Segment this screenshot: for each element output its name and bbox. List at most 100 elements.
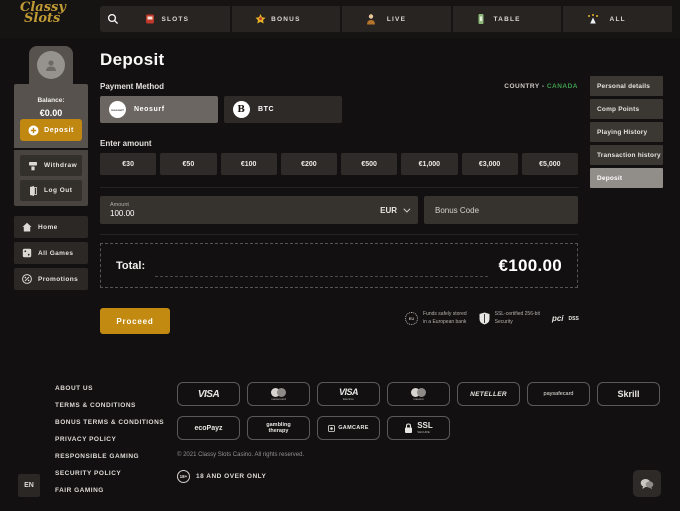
tab-table-label: TABLE: [493, 16, 520, 23]
page-title: Deposit: [100, 50, 164, 70]
menu-item-comp-points[interactable]: Comp Points: [590, 99, 663, 119]
visa-electron-logo: VISA Electron: [317, 382, 380, 406]
divider: [100, 234, 578, 235]
menu-item-personal-details[interactable]: Personal details: [590, 76, 663, 96]
total-label: Total:: [116, 260, 145, 272]
menu-item-transaction-history[interactable]: Transaction history: [590, 145, 663, 165]
payment-logos-row1: VISA mastercard VISA Electron maestro NE…: [177, 382, 660, 406]
age-restriction: 18+ 18 AND OVER ONLY: [177, 470, 266, 483]
withdraw-icon: [28, 161, 38, 171]
chat-icon: [640, 478, 654, 490]
tab-bonus-label: BONUS: [271, 16, 300, 23]
preset-500[interactable]: €500: [341, 153, 397, 175]
skrill-word: Skrill: [617, 389, 639, 399]
menu-item-playing-history[interactable]: Playing History: [590, 122, 663, 142]
language-button[interactable]: EN: [18, 474, 40, 497]
skrill-logo: Skrill: [597, 382, 660, 406]
sidebar-item-home[interactable]: Home: [14, 216, 88, 238]
tab-table[interactable]: TABLE: [453, 6, 562, 32]
avatar-tab: [29, 46, 73, 88]
avatar[interactable]: [37, 51, 65, 79]
visa-electron-word: VISA: [339, 387, 358, 397]
payment-method-neosurf[interactable]: neosurf Neosurf: [100, 96, 218, 123]
preset-200[interactable]: €200: [281, 153, 337, 175]
payment-method-btc-label: BTC: [258, 106, 274, 113]
payment-method-row: neosurf Neosurf B BTC: [100, 96, 342, 123]
gambling-therapy-logo: gambling therapy: [247, 416, 310, 440]
tab-all[interactable]: ALL: [563, 6, 672, 32]
amount-row: Amount EUR: [100, 196, 578, 224]
bonus-code-input[interactable]: [424, 196, 578, 224]
crown-icon: [587, 14, 599, 25]
ssl-line2: Security: [495, 319, 513, 325]
electron-word: Electron: [343, 397, 354, 401]
divider: [100, 187, 578, 188]
mastercard-circles-icon: [271, 388, 286, 397]
sidebar-item-promotions[interactable]: Promotions: [14, 268, 88, 290]
sidebar-item-all-games[interactable]: All Games: [14, 242, 88, 264]
neteller-logo: NETELLER: [457, 382, 520, 406]
sidebar-deposit-label: Deposit: [44, 127, 74, 134]
preset-3000[interactable]: €3,000: [462, 153, 518, 175]
pci-dss-text: DSS: [569, 316, 579, 322]
preset-100[interactable]: €100: [221, 153, 277, 175]
pci-dss-badge: pci DSS: [552, 314, 579, 323]
amount-field: Amount EUR: [100, 196, 418, 224]
preset-50[interactable]: €50: [160, 153, 216, 175]
eu-stars-icon: EU: [405, 312, 418, 325]
ssl-secure-word: SECURE: [417, 430, 430, 434]
link-terms[interactable]: TERMS & CONDITIONS: [55, 402, 164, 409]
ssl-secure-logo: SSL SECURE: [387, 416, 450, 440]
link-responsible-gaming[interactable]: RESPONSIBLE GAMING: [55, 453, 164, 460]
link-about-us[interactable]: ABOUT US: [55, 385, 164, 392]
top-bar: Classy Slots SLOTS BONUS LIVE: [0, 0, 680, 38]
link-bonus-terms[interactable]: BONUS TERMS & CONDITIONS: [55, 419, 164, 426]
link-fair-gaming[interactable]: FAIR GAMING: [55, 487, 164, 494]
brand-logo[interactable]: Classy Slots: [20, 3, 66, 24]
total-value: €100.00: [498, 256, 562, 276]
lock-icon: [404, 423, 413, 434]
balance-label: Balance:: [14, 97, 88, 104]
withdraw-button[interactable]: Withdraw: [20, 155, 82, 176]
balance-value: €0.00: [14, 108, 88, 118]
percent-icon: [22, 274, 32, 284]
currency-select[interactable]: EUR: [380, 206, 408, 215]
visa-word: VISA: [198, 389, 219, 400]
amount-input[interactable]: [110, 209, 230, 218]
logout-label: Log Out: [44, 187, 72, 194]
age-18-icon: 18+: [177, 470, 190, 483]
logout-icon: [28, 186, 38, 196]
search-icon: [107, 13, 119, 25]
ssl-text: SSL-certified 256-bit Security: [495, 311, 540, 326]
preset-1000[interactable]: €1,000: [401, 153, 457, 175]
sidebar-deposit-button[interactable]: Deposit: [20, 119, 82, 141]
payment-method-btc[interactable]: B BTC: [224, 96, 342, 123]
gamcare-word: GAMCARE: [338, 425, 369, 431]
tab-bonus[interactable]: BONUS: [232, 6, 341, 32]
account-menu: Personal details Comp Points Playing His…: [590, 76, 663, 188]
total-leader-line: [155, 254, 488, 278]
dice-icon: [22, 248, 32, 258]
footer-links: ABOUT US TERMS & CONDITIONS BONUS TERMS …: [55, 385, 164, 494]
tab-live[interactable]: LIVE: [342, 6, 451, 32]
age-restriction-text: 18 AND OVER ONLY: [196, 473, 266, 480]
brand-line2: Slots: [24, 14, 66, 25]
sidebar-item-home-label: Home: [38, 224, 58, 231]
country-indicator: COUNTRY - CANADA: [504, 83, 578, 90]
preset-30[interactable]: €30: [100, 153, 156, 175]
maestro-circles-icon: [411, 388, 426, 397]
withdraw-label: Withdraw: [44, 162, 77, 169]
tab-slots[interactable]: SLOTS: [121, 6, 230, 32]
link-security-policy[interactable]: SECURITY POLICY: [55, 470, 164, 477]
live-chat-button[interactable]: [633, 470, 661, 497]
link-privacy[interactable]: PRIVACY POLICY: [55, 436, 164, 443]
proceed-button[interactable]: Proceed: [100, 308, 170, 334]
preset-5000[interactable]: €5,000: [522, 153, 578, 175]
dealer-icon: [366, 14, 376, 25]
currency-value: EUR: [380, 206, 397, 215]
gamcare-icon: [328, 425, 335, 432]
logout-button[interactable]: Log Out: [20, 180, 82, 201]
menu-item-deposit[interactable]: Deposit: [590, 168, 663, 188]
ssl-word: SSL: [417, 422, 433, 429]
person-icon: [44, 58, 58, 72]
